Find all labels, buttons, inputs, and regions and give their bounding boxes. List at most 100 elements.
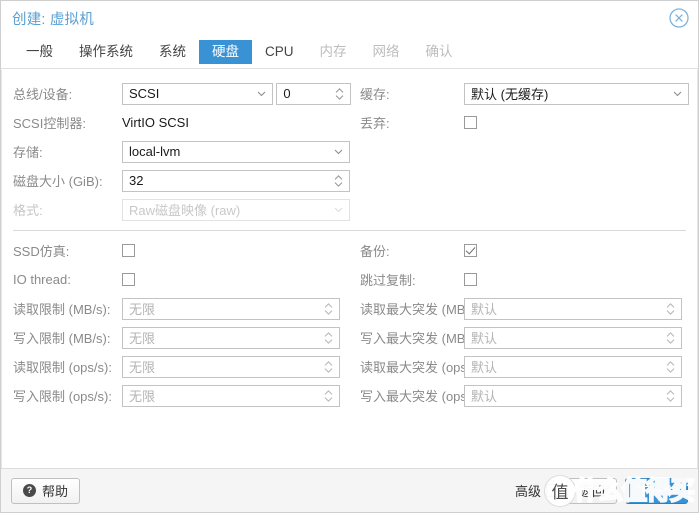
write-max-burst-ops-input[interactable]: 默认 bbox=[464, 384, 682, 407]
row-ssd-emulation: SSD仿真: bbox=[13, 236, 351, 265]
write-max-burst-ops-label: 写入最大突发 (ops): bbox=[360, 389, 475, 404]
skip-replication-checkbox[interactable] bbox=[464, 273, 477, 286]
ssd-emulation-checkbox[interactable] bbox=[122, 244, 135, 257]
io-thread-checkbox[interactable] bbox=[122, 273, 135, 286]
row-write-limit-mb: 写入限制 (MB/s): 无限 bbox=[13, 323, 351, 352]
spinner-arrows-icon bbox=[666, 302, 675, 316]
tab-network: 网络 bbox=[372, 43, 400, 59]
wizard-tabbar: 一般 操作系统 系统 硬盘 CPU 内存 网络 确认 bbox=[1, 35, 698, 69]
write-max-burst-mb-input[interactable]: 默认 bbox=[464, 326, 682, 349]
disk-size-label: 磁盘大小 (GiB): bbox=[13, 174, 103, 189]
harddisk-panel-inner: 总线/设备: SCSI 0 SCSI控制器: VirtIO SCSI 存储: l… bbox=[1, 70, 698, 468]
footer-actions: 高级 返回 下一个 bbox=[515, 477, 688, 504]
cache-select[interactable]: 默认 (无缓存) bbox=[464, 82, 689, 105]
format-select: Raw磁盘映像 (raw) bbox=[122, 198, 350, 221]
read-max-burst-mb-placeholder: 默认 bbox=[471, 302, 498, 317]
row-read-limit-ops: 读取限制 (ops/s): 无限 bbox=[13, 352, 351, 381]
write-limit-mb-placeholder: 无限 bbox=[129, 331, 156, 346]
back-button[interactable]: 返回 bbox=[566, 477, 617, 504]
cache-label: 缓存: bbox=[360, 87, 390, 102]
write-limit-mb-label: 写入限制 (MB/s): bbox=[13, 331, 111, 346]
chevron-down-icon bbox=[334, 205, 343, 214]
row-backup: 备份: bbox=[360, 236, 698, 265]
right-column: 缓存: 默认 (无缓存) 丢弃: bbox=[351, 70, 698, 224]
read-limit-mb-placeholder: 无限 bbox=[129, 302, 156, 317]
chevron-down-icon bbox=[257, 89, 266, 98]
bus-device-index-value: 0 bbox=[283, 86, 291, 101]
spinner-arrows-icon bbox=[324, 360, 333, 374]
row-format: 格式: Raw磁盘映像 (raw) bbox=[13, 195, 351, 224]
spinner-arrows-icon bbox=[324, 302, 333, 316]
spinner-arrows-icon bbox=[324, 389, 333, 403]
dialog-footer: ? 帮助 高级 返回 下一个 值 什么值得买 bbox=[1, 468, 698, 512]
close-icon[interactable] bbox=[668, 7, 690, 29]
read-limit-mb-input[interactable]: 无限 bbox=[122, 297, 340, 320]
tab-general[interactable]: 一般 bbox=[13, 40, 66, 64]
backup-label: 备份: bbox=[360, 244, 390, 259]
backup-checkbox[interactable] bbox=[464, 244, 477, 257]
tab-harddisk[interactable]: 硬盘 bbox=[199, 39, 252, 64]
left-column: 总线/设备: SCSI 0 SCSI控制器: VirtIO SCSI 存储: l… bbox=[2, 70, 351, 224]
advanced-label: 高级 bbox=[514, 484, 541, 499]
spinner-arrows-icon bbox=[335, 87, 344, 101]
row-read-limit-mb: 读取限制 (MB/s): 无限 bbox=[13, 294, 351, 323]
row-cache: 缓存: 默认 (无缓存) bbox=[360, 79, 698, 108]
tab-system[interactable]: 系统 bbox=[146, 40, 199, 64]
bus-device-label: 总线/设备: bbox=[13, 87, 73, 102]
tab-os[interactable]: 操作系统 bbox=[66, 40, 146, 64]
read-limit-ops-label: 读取限制 (ops/s): bbox=[13, 360, 112, 375]
write-max-burst-mb-label: 写入最大突发 (MB): bbox=[360, 331, 474, 346]
io-thread-label: IO thread: bbox=[13, 272, 71, 287]
tab-cpu[interactable]: CPU bbox=[252, 40, 307, 64]
bus-device-value: SCSI bbox=[129, 86, 160, 101]
read-max-burst-mb-label: 读取最大突发 (MB): bbox=[360, 302, 474, 317]
row-storage: 存储: local-lvm bbox=[13, 137, 351, 166]
storage-value: local-lvm bbox=[129, 144, 181, 159]
spinner-arrows-icon bbox=[666, 389, 675, 403]
skip-replication-label: 跳过复制: bbox=[360, 273, 416, 288]
ssd-emulation-label: SSD仿真: bbox=[13, 244, 70, 259]
section-divider bbox=[13, 230, 686, 231]
harddisk-panel: 总线/设备: SCSI 0 SCSI控制器: VirtIO SCSI 存储: l… bbox=[1, 69, 698, 468]
chevron-down-icon bbox=[334, 147, 343, 156]
write-limit-mb-input[interactable]: 无限 bbox=[122, 326, 340, 349]
read-max-burst-ops-input[interactable]: 默认 bbox=[464, 355, 682, 378]
advanced-checkbox[interactable] bbox=[545, 484, 559, 497]
read-max-burst-mb-input[interactable]: 默认 bbox=[464, 297, 682, 320]
left-options-column: SSD仿真: IO thread: 读取限制 (MB/s): 无限 写入限制 (… bbox=[2, 236, 351, 410]
next-button[interactable]: 下一个 bbox=[624, 477, 688, 504]
format-label: 格式: bbox=[13, 203, 43, 218]
format-value: Raw磁盘映像 (raw) bbox=[129, 203, 241, 218]
cache-value: 默认 (无缓存) bbox=[471, 87, 549, 102]
read-max-burst-ops-placeholder: 默认 bbox=[471, 360, 498, 375]
storage-label: 存储: bbox=[13, 145, 43, 160]
scsi-controller-label: SCSI控制器: bbox=[13, 116, 86, 131]
write-limit-ops-input[interactable]: 无限 bbox=[122, 384, 340, 407]
read-limit-ops-placeholder: 无限 bbox=[129, 360, 156, 375]
bus-device-select[interactable]: SCSI bbox=[122, 82, 274, 105]
row-bus-device: 总线/设备: SCSI 0 bbox=[13, 79, 351, 108]
row-disk-size: 磁盘大小 (GiB): 32 bbox=[13, 166, 351, 195]
advanced-toggle[interactable]: 高级 bbox=[515, 481, 559, 500]
disk-size-stepper[interactable]: 32 bbox=[122, 169, 350, 192]
right-options-column: 备份: 跳过复制: 读取最大突发 (MB): 默认 写入最大突发 (MB): 默… bbox=[351, 236, 698, 410]
help-button-label: 帮助 bbox=[42, 484, 69, 499]
tab-memory: 内存 bbox=[319, 43, 347, 59]
help-button[interactable]: ? 帮助 bbox=[11, 477, 81, 504]
chevron-down-icon bbox=[673, 89, 682, 98]
row-io-thread: IO thread: bbox=[13, 265, 351, 294]
row-scsi-controller: SCSI控制器: VirtIO SCSI bbox=[13, 108, 351, 137]
spinner-arrows-icon bbox=[334, 174, 343, 188]
row-write-max-burst-mb: 写入最大突发 (MB): 默认 bbox=[360, 323, 698, 352]
row-skip-replication: 跳过复制: bbox=[360, 265, 698, 294]
storage-select[interactable]: local-lvm bbox=[122, 140, 350, 163]
question-mark-icon: ? bbox=[23, 484, 36, 497]
read-limit-mb-label: 读取限制 (MB/s): bbox=[13, 302, 111, 317]
back-button-label: 返回 bbox=[578, 484, 605, 499]
write-max-burst-ops-placeholder: 默认 bbox=[471, 389, 498, 404]
row-write-limit-ops: 写入限制 (ops/s): 无限 bbox=[13, 381, 351, 410]
bus-device-index-stepper[interactable]: 0 bbox=[276, 82, 351, 105]
tab-confirm: 确认 bbox=[425, 43, 453, 59]
read-limit-ops-input[interactable]: 无限 bbox=[122, 355, 340, 378]
discard-checkbox[interactable] bbox=[464, 116, 477, 129]
